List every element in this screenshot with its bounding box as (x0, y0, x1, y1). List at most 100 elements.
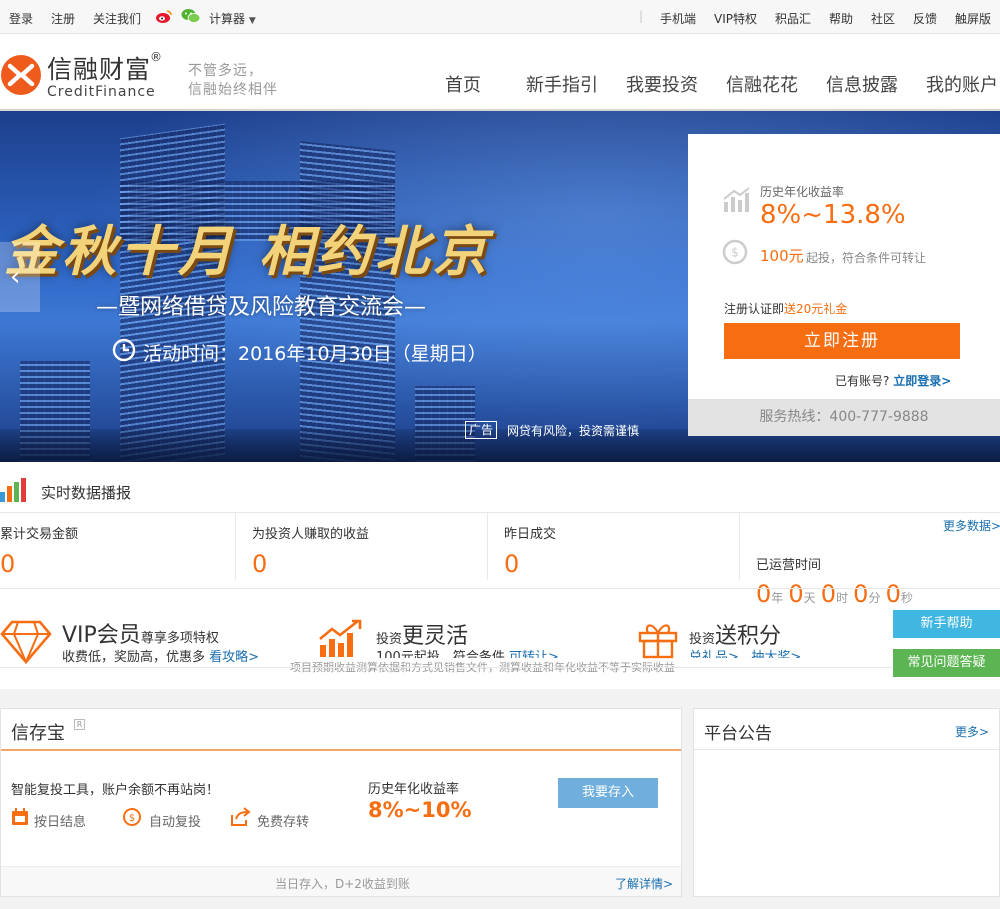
service-hotline: 服务热线：400-777-9888 (688, 399, 1000, 436)
op-years: 0 (756, 580, 772, 608)
notice-more-link[interactable]: 更多> (955, 723, 989, 740)
nav-account[interactable]: 我的账户 (926, 71, 998, 97)
beginner-help-button[interactable]: 新手帮助 (893, 610, 1000, 638)
diamond-icon (0, 618, 52, 668)
svg-text:$: $ (731, 246, 739, 260)
points-mall-link[interactable]: 积品汇 (775, 10, 811, 27)
chart-icon (722, 186, 750, 218)
mobile-link[interactable]: 手机端 (660, 10, 696, 27)
calculator-label: 计算器 (209, 12, 246, 26)
weibo-icon[interactable] (155, 8, 173, 27)
points-feature-links: 兑礼品> 抽大奖> (689, 646, 889, 658)
follow-us-link[interactable]: 关注我们 (93, 10, 141, 27)
xcb-detail-link[interactable]: 了解详情> (615, 875, 673, 892)
op-years-unit: 年 (771, 591, 784, 605)
top-bar: 登录 注册 关注我们 计算器 ▼ | 手机端 VIP特权 积品汇 帮助 社区 反… (0, 0, 1000, 34)
have-account-text: 已有账号? 立即登录> (835, 372, 951, 389)
deposit-button[interactable]: 我要存入 (558, 778, 658, 808)
divider (739, 512, 740, 580)
vip-feature-title: VIP会员尊享多项特权 (62, 617, 219, 649)
vip-subtitle: 尊享多项特权 (140, 631, 219, 646)
divider: | (639, 9, 644, 23)
total-volume-label: 累计交易金额 (0, 527, 79, 542)
xcb-footer-note: 当日存入，D+2收益到账 (275, 877, 410, 891)
op-hours-unit: 时 (836, 591, 849, 605)
investor-earnings-value: 0 (252, 550, 268, 578)
xincunbao-card: 信存宝 R 智能复投工具，账户余额不再站岗！ 按日结息 $ 自动复投 免费存转 … (0, 708, 682, 897)
xcb-tag-free-transfer: 免费存转 (257, 815, 310, 830)
register-now-button[interactable]: 立即注册 (724, 323, 960, 359)
nav-invest[interactable]: 我要投资 (626, 71, 698, 97)
logo-icon[interactable] (1, 55, 41, 99)
more-data-link[interactable]: 更多数据> (943, 517, 1000, 534)
rate-value: 8%~13.8% (760, 200, 906, 224)
lottery-link[interactable]: 抽大奖> (751, 650, 801, 658)
flexible-feature-desc: 100元起投，符合条件 可转让> (376, 646, 616, 658)
xcb-tag-auto-reinvest: 自动复投 (149, 815, 202, 830)
op-days-unit: 天 (803, 591, 816, 605)
wechat-icon[interactable] (181, 8, 201, 27)
notice-title: 平台公告 (704, 724, 772, 744)
bar-chart-icon (0, 478, 30, 506)
header: 信融财富 ® CreditFinance 不管多远， 信融始终相伴 首页 新手指… (0, 34, 1000, 111)
register-promo-text: 注册认证即 (724, 302, 785, 316)
growth-chart-icon (318, 619, 366, 663)
xcb-rate-label: 历史年化收益率 (368, 782, 460, 797)
xcb-mark: R (74, 719, 85, 730)
login-link[interactable]: 登录 (9, 10, 33, 27)
register-link[interactable]: 注册 (51, 10, 75, 27)
vip-desc: 收费低，奖励高，优惠多 (62, 650, 206, 665)
prev-slide-button[interactable]: ‹ (0, 242, 40, 312)
chevron-down-icon: ▼ (248, 16, 256, 26)
register-panel: 历史年化收益率 8%~13.8% $ 100元 起投，符合条件可转让 注册认证即… (688, 134, 1000, 436)
registered-mark: ® (150, 50, 162, 64)
banner-time: 活动时间：2016年10月30日（星期日） (143, 343, 487, 365)
yesterday-volume-label: 昨日成交 (504, 527, 557, 542)
faq-button[interactable]: 常见问题答疑 (893, 649, 1000, 677)
divider (0, 512, 1000, 513)
calendar-icon (11, 808, 29, 830)
touch-version-link[interactable]: 触屏版 (955, 10, 991, 27)
realtime-stats: 实时数据播报 累计交易金额 0 为投资人赚取的收益 0 昨日成交 0 更多数据>… (0, 462, 1000, 689)
op-seconds: 0 (885, 580, 901, 608)
help-link[interactable]: 帮助 (829, 10, 853, 27)
chevron-left-icon: ‹ (10, 262, 21, 292)
register-gift: 送20元礼金 (784, 302, 848, 316)
vip-guide-link[interactable]: 看攻略> (209, 650, 259, 665)
divider (694, 749, 999, 750)
op-minutes: 0 (853, 580, 869, 608)
investor-earnings-label: 为投资人赚取的收益 (252, 527, 370, 542)
vip-link[interactable]: VIP特权 (714, 10, 757, 27)
nav-home[interactable]: 首页 (445, 71, 481, 97)
divider (0, 667, 892, 668)
xcb-rate: 8%~10% (368, 798, 472, 822)
divider (0, 588, 1000, 589)
community-link[interactable]: 社区 (871, 10, 895, 27)
nav-disclosure[interactable]: 信息披露 (826, 71, 898, 97)
login-now-link[interactable]: 立即登录> (893, 374, 951, 388)
calculator-dropdown[interactable]: 计算器 ▼ (209, 10, 256, 27)
slogan-line1: 不管多远， (188, 63, 263, 79)
nav-huahua[interactable]: 信融花花 (726, 71, 798, 97)
redeem-gift-link[interactable]: 兑礼品> (689, 650, 739, 658)
transferable-link[interactable]: 可转让> (509, 650, 559, 658)
yesterday-volume-value: 0 (504, 550, 520, 578)
feedback-link[interactable]: 反馈 (913, 10, 937, 27)
vip-title: VIP会员 (62, 623, 141, 648)
gift-icon (636, 619, 680, 663)
points-pre: 投资 (689, 632, 716, 647)
register-promo: 注册认证即送20元礼金 (724, 300, 847, 317)
refresh-coin-icon: $ (122, 807, 142, 831)
xcb-title: 信存宝 (11, 723, 65, 744)
operating-time-label: 已运营时间 (756, 558, 822, 573)
nav-guide[interactable]: 新手指引 (526, 71, 598, 97)
banner-subtitle: —暨网络借贷及风险教育交流会— (96, 295, 427, 320)
divider (487, 512, 488, 580)
stats-title: 实时数据播报 (41, 484, 132, 502)
brand-name[interactable]: 信融财富 (47, 50, 151, 86)
op-seconds-unit: 秒 (900, 591, 913, 605)
slogan-line2: 信融始终相伴 (188, 82, 278, 98)
divider (1, 749, 681, 751)
xcb-tag-daily-interest: 按日结息 (34, 815, 87, 830)
notice-board: 平台公告 更多> (693, 708, 1000, 897)
